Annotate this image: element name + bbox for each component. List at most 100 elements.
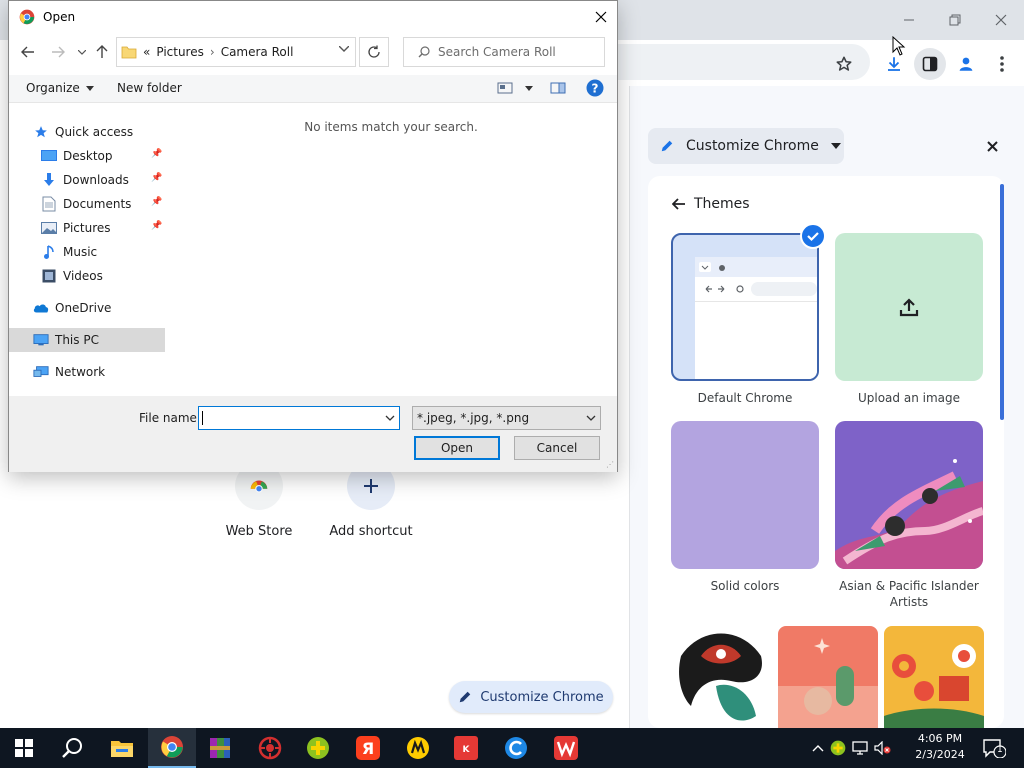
nav-documents[interactable]: Documents 📌 xyxy=(9,192,165,216)
notification-center-button[interactable]: 1 xyxy=(982,738,1007,759)
shortcut-web-store[interactable]: Web Store xyxy=(204,462,314,539)
side-panel-selector[interactable]: Customize Chrome xyxy=(648,128,844,164)
file-type-select[interactable]: *.jpeg, *.jpg, *.png xyxy=(412,406,601,430)
checkmark-icon xyxy=(807,232,819,242)
chevron-down-icon[interactable] xyxy=(385,412,395,424)
theme-solid-colors[interactable] xyxy=(671,421,819,569)
taskbar-ccleaner[interactable] xyxy=(492,728,540,768)
taskbar-plus-app[interactable] xyxy=(294,728,342,768)
taskbar-winrar[interactable] xyxy=(196,728,244,768)
nav-desktop[interactable]: Desktop 📌 xyxy=(9,144,165,168)
dialog-close-button[interactable] xyxy=(585,1,617,33)
network-tray-icon[interactable] xyxy=(852,741,868,755)
close-window-button[interactable] xyxy=(978,6,1024,34)
nav-music[interactable]: Music xyxy=(9,240,165,264)
mouse-cursor-icon xyxy=(892,36,906,56)
theme-label: Solid colors xyxy=(710,579,780,593)
bookmark-star-button[interactable] xyxy=(828,48,860,80)
forward-button[interactable] xyxy=(47,41,69,63)
add-shortcut-button[interactable]: Add shortcut xyxy=(316,462,426,539)
view-icon xyxy=(497,82,513,94)
nav-videos[interactable]: Videos xyxy=(9,264,165,288)
up-button[interactable] xyxy=(91,41,113,63)
side-panel-button[interactable] xyxy=(914,48,946,80)
chevron-down-icon[interactable] xyxy=(339,46,349,52)
file-name-input[interactable] xyxy=(198,406,400,430)
nav-onedrive[interactable]: OneDrive xyxy=(9,296,165,320)
caret-down-icon xyxy=(830,143,841,149)
taskbar-yandex-market[interactable] xyxy=(394,728,442,768)
taskbar-yandex[interactable]: Я xyxy=(344,728,392,768)
file-list-pane[interactable]: No items match your search. xyxy=(165,104,617,396)
themes-back-button[interactable]: Themes xyxy=(672,196,750,212)
theme-label: Asian & Pacific Islander Artists xyxy=(839,579,979,609)
address-bar[interactable]: « Pictures › Camera Roll xyxy=(116,37,356,67)
theme-default-chrome[interactable] xyxy=(671,233,819,381)
new-folder-button[interactable]: New folder xyxy=(117,81,182,95)
nav-label: This PC xyxy=(55,333,99,347)
taskbar-chrome[interactable] xyxy=(148,728,196,768)
nav-downloads[interactable]: Downloads 📌 xyxy=(9,168,165,192)
view-options-button[interactable] xyxy=(497,82,533,94)
help-button[interactable]: ? xyxy=(586,79,604,97)
taskbar-wps-office[interactable] xyxy=(542,728,590,768)
theme-thumbnail[interactable] xyxy=(671,626,771,728)
chrome-menu-button[interactable] xyxy=(986,48,1018,80)
arrow-left-icon xyxy=(21,46,34,58)
navigation-pane: Quick access Desktop 📌 Downloads 📌 Docum… xyxy=(9,104,165,396)
plus-app-tray-icon[interactable] xyxy=(830,740,846,756)
taskbar-antivirus[interactable] xyxy=(246,728,294,768)
breadcrumb-camera-roll[interactable]: Camera Roll xyxy=(221,45,294,59)
dialog-title: Open xyxy=(43,10,76,24)
breadcrumb-pictures[interactable]: Pictures xyxy=(156,45,204,59)
taskbar-search-button[interactable] xyxy=(48,728,96,768)
taskbar-file-explorer[interactable] xyxy=(98,728,146,768)
search-icon xyxy=(62,738,82,758)
side-panel-scrollbar[interactable] xyxy=(1000,184,1004,420)
cancel-button[interactable]: Cancel xyxy=(514,436,600,460)
restore-button[interactable] xyxy=(932,6,978,34)
taskbar-kaspersky[interactable]: K xyxy=(442,728,490,768)
pin-icon: 📌 xyxy=(151,149,163,159)
theme-thumbnail[interactable] xyxy=(778,626,878,728)
nav-network[interactable]: Network xyxy=(9,360,165,384)
start-button[interactable] xyxy=(0,728,48,768)
back-button[interactable] xyxy=(17,41,39,63)
chrome-icon xyxy=(19,9,35,25)
theme-api-artists[interactable] xyxy=(835,421,983,569)
chevron-up-icon[interactable] xyxy=(812,744,824,752)
wps-office-icon xyxy=(554,736,578,760)
ccleaner-icon xyxy=(505,737,527,759)
system-tray xyxy=(812,728,892,768)
antivirus-icon xyxy=(258,736,282,760)
star-icon xyxy=(35,126,47,138)
organize-menu[interactable]: Organize xyxy=(26,81,94,95)
taskbar-clock[interactable]: 4:06 PM 2/3/2024 xyxy=(912,731,968,763)
resize-grip[interactable]: ⋰ xyxy=(606,460,614,469)
dialog-footer: File name: *.jpeg, *.jpg, *.png Open Can… xyxy=(9,396,617,472)
search-box[interactable]: Search Camera Roll xyxy=(403,37,605,67)
nav-this-pc[interactable]: This PC xyxy=(9,328,165,352)
breadcrumb-overflow[interactable]: « xyxy=(143,45,150,59)
profile-button[interactable] xyxy=(950,48,982,80)
breadcrumb-separator[interactable]: › xyxy=(210,45,215,59)
recent-locations-button[interactable] xyxy=(71,41,93,63)
volume-muted-icon[interactable] xyxy=(874,741,892,755)
formline-artwork-illustration xyxy=(671,626,771,728)
pin-icon: 📌 xyxy=(151,173,163,183)
close-icon xyxy=(595,11,607,23)
open-button[interactable]: Open xyxy=(414,436,500,460)
nav-quick-access[interactable]: Quick access xyxy=(9,120,165,144)
theme-upload-image[interactable] xyxy=(835,233,983,381)
arrow-right-icon xyxy=(52,46,65,58)
network-icon xyxy=(33,366,49,377)
refresh-button[interactable] xyxy=(359,37,389,67)
side-panel-close-button[interactable] xyxy=(982,136,1002,156)
theme-thumbnail[interactable] xyxy=(884,626,984,728)
customize-chrome-button[interactable]: Customize Chrome xyxy=(449,681,613,713)
preview-pane-button[interactable] xyxy=(550,82,566,94)
nav-label: Videos xyxy=(63,269,103,283)
empty-results-message: No items match your search. xyxy=(304,120,478,134)
nav-pictures[interactable]: Pictures 📌 xyxy=(9,216,165,240)
minimize-button[interactable] xyxy=(886,6,932,34)
